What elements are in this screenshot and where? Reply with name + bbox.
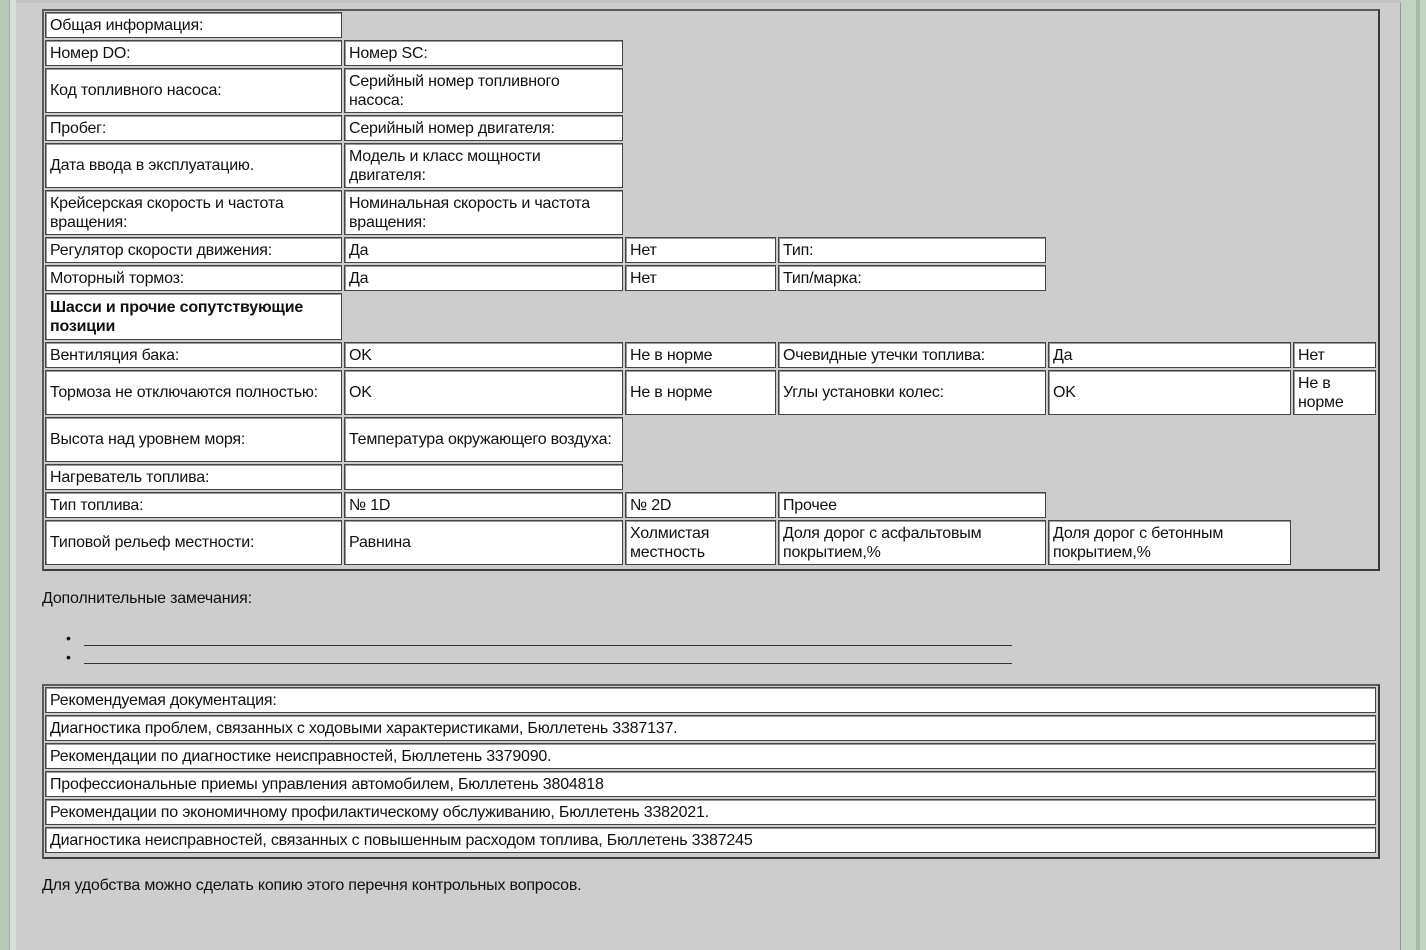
tank-vent-ok[interactable]: OK	[344, 342, 623, 368]
fuel-leaks-no[interactable]: Нет	[1293, 342, 1376, 368]
brakes-bad[interactable]: Не в норме	[625, 370, 776, 415]
terrain-flat[interactable]: Равнина	[344, 520, 623, 565]
wheel-alignment-label: Углы установки колес:	[778, 370, 1046, 415]
speed-regulator-yes[interactable]: Да	[344, 237, 623, 263]
documentation-item[interactable]: Профессиональные приемы управления автом…	[45, 771, 1376, 797]
asphalt-share-field[interactable]: Доля дорог с асфальтовым покрытием,%	[778, 520, 1046, 565]
terrain-label: Типовой рельеф местности:	[45, 520, 342, 565]
ambient-temp-field[interactable]: Температура окружающего воздуха:	[344, 417, 623, 462]
engine-brake-label: Моторный тормоз:	[45, 265, 342, 291]
engine-model-field[interactable]: Модель и класс мощности двигателя:	[344, 143, 623, 188]
notes-bullet: •	[66, 649, 71, 665]
fuel-type-2d[interactable]: № 2D	[625, 492, 776, 518]
terrain-hilly[interactable]: Холмистая местность	[625, 520, 776, 565]
brakes-ok[interactable]: OK	[344, 370, 623, 415]
brakes-label: Тормоза не отключаются полностью:	[45, 370, 342, 415]
documentation-item[interactable]: Рекомендации по диагностике неисправност…	[45, 743, 1376, 769]
fuel-leaks-yes[interactable]: Да	[1048, 342, 1291, 368]
top-divider	[16, 0, 1401, 3]
notes-label: Дополнительные замечания:	[42, 590, 252, 607]
window-left-border-inner	[10, 0, 16, 950]
commission-date-field[interactable]: Дата ввода в эксплуатацию.	[45, 143, 342, 188]
general-info-header: Общая информация:	[45, 12, 342, 38]
tank-vent-bad[interactable]: Не в норме	[625, 342, 776, 368]
wheel-alignment-ok[interactable]: OK	[1048, 370, 1291, 415]
speed-regulator-type[interactable]: Тип:	[778, 237, 1046, 263]
fuel-pump-serial-field[interactable]: Серийный номер топливного насоса:	[344, 68, 623, 113]
notes-line[interactable]	[84, 645, 1012, 646]
documentation-item[interactable]: Диагностика неисправностей, связанных с …	[45, 827, 1376, 853]
concrete-share-field[interactable]: Доля дорог с бетонным покрытием,%	[1048, 520, 1291, 565]
fuel-pump-code-field[interactable]: Код топливного насоса:	[45, 68, 342, 113]
notes-line[interactable]	[84, 663, 1012, 664]
fuel-type-other[interactable]: Прочее	[778, 492, 1046, 518]
window-left-border	[0, 0, 10, 950]
sc-number-field[interactable]: Номер SC:	[344, 40, 623, 66]
wheel-alignment-bad[interactable]: Не в норме	[1293, 370, 1376, 415]
altitude-field[interactable]: Высота над уровнем моря:	[45, 417, 342, 462]
fuel-heater-value[interactable]	[344, 464, 623, 490]
fuel-leaks-label: Очевидные утечки топлива:	[778, 342, 1046, 368]
fuel-type-1d[interactable]: № 1D	[344, 492, 623, 518]
nominal-speed-field[interactable]: Номинальная скорость и частота вращения:	[344, 190, 623, 235]
tank-vent-label: Вентиляция бака:	[45, 342, 342, 368]
scrollbar-track[interactable]	[1400, 0, 1426, 950]
notes-bullet: •	[66, 630, 71, 646]
chassis-section-header: Шасси и прочие сопутствующие позиции	[45, 293, 342, 340]
scrollbar-thumb[interactable]	[1416, 0, 1420, 950]
documentation-item[interactable]: Диагностика проблем, связанных с ходовым…	[45, 715, 1376, 741]
engine-brake-no[interactable]: Нет	[625, 265, 776, 291]
mileage-field[interactable]: Пробег:	[45, 115, 342, 141]
fuel-heater-label: Нагреватель топлива:	[45, 464, 342, 490]
documentation-header: Рекомендуемая документация:	[45, 687, 1376, 713]
documentation-item[interactable]: Рекомендации по экономичному профилактич…	[45, 799, 1376, 825]
speed-regulator-no[interactable]: Нет	[625, 237, 776, 263]
copy-note: Для удобства можно сделать копию этого п…	[42, 877, 582, 894]
fuel-type-label: Тип топлива:	[45, 492, 342, 518]
engine-brake-type[interactable]: Тип/марка:	[778, 265, 1046, 291]
engine-serial-field[interactable]: Серийный номер двигателя:	[344, 115, 623, 141]
do-number-field[interactable]: Номер DO:	[45, 40, 342, 66]
cruise-speed-field[interactable]: Крейсерская скорость и частота вращения:	[45, 190, 342, 235]
speed-regulator-label: Регулятор скорости движения:	[45, 237, 342, 263]
engine-brake-yes[interactable]: Да	[344, 265, 623, 291]
